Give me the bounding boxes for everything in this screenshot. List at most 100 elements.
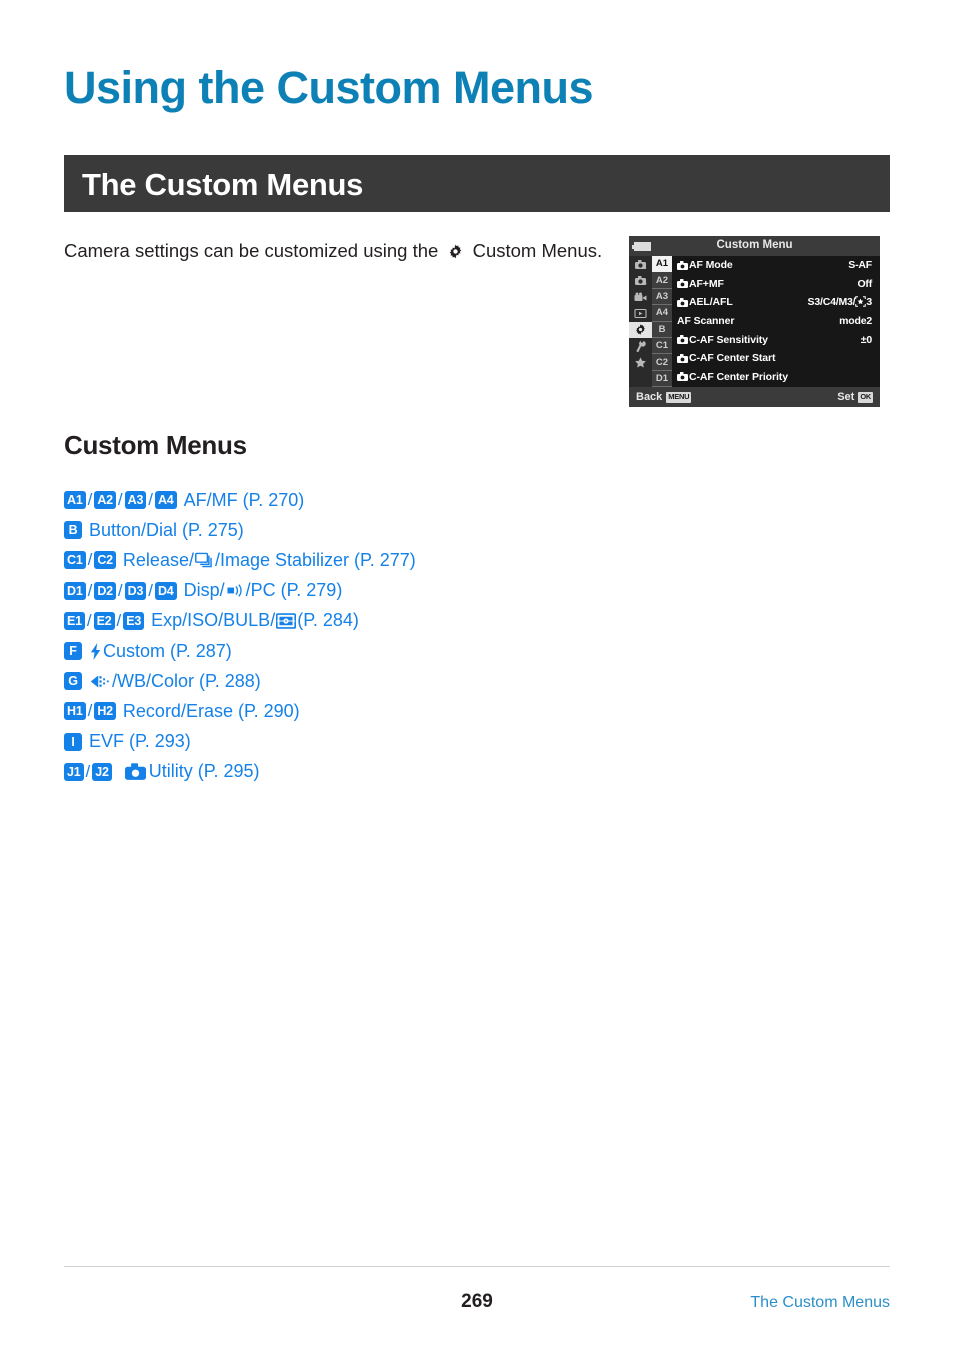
custom-menu-gear-icon[interactable]: [629, 321, 652, 338]
lcd-menu-row[interactable]: C-AF Sensitivity ±0: [672, 330, 880, 349]
badge-separator: /: [148, 490, 153, 510]
badge-separator: /: [148, 580, 153, 600]
lcd-row-value: mode2: [839, 315, 872, 328]
list-item[interactable]: D1/D2/D3/D4 Disp/ /PC (P. 279): [64, 576, 664, 606]
lcd-tab-a3[interactable]: A3: [652, 289, 672, 306]
intro-text-after: Custom Menus.: [472, 240, 603, 261]
lcd-row-value: S-AF: [848, 259, 872, 272]
list-item[interactable]: G /WB/Color (P. 288): [64, 666, 664, 696]
intro-paragraph: Camera settings can be customized using …: [64, 240, 602, 265]
lcd-tab-b[interactable]: B: [652, 322, 672, 338]
badge-separator: /: [116, 610, 122, 630]
picture-mode-icon: [90, 674, 111, 689]
camera-icon: [677, 335, 688, 345]
link-text-part: Exp/ISO/BULB/: [151, 610, 276, 631]
badge-d1: D1: [64, 581, 86, 600]
badge-c1: C1: [64, 551, 86, 570]
setup-wrench-icon[interactable]: [629, 338, 652, 354]
lcd-row-label: C-AF Center Start: [689, 352, 776, 365]
badge-separator: /: [85, 761, 91, 781]
badge-d4: D4: [154, 581, 177, 600]
lcd-tab-a4[interactable]: A4: [652, 305, 672, 322]
link-text-part: Disp/: [183, 580, 225, 601]
link-label[interactable]: AF/MF (P. 270): [184, 490, 305, 511]
beep-sound-icon: [226, 583, 245, 598]
list-item[interactable]: I EVF (P. 293): [64, 727, 664, 757]
playback-menu-icon[interactable]: [629, 305, 652, 321]
badge-separator: /: [87, 701, 93, 721]
lcd-menu-row[interactable]: C-AF Center Start: [672, 349, 880, 368]
video-menu-icon[interactable]: [629, 289, 652, 305]
lcd-title-bar: Custom Menu: [629, 236, 880, 256]
lcd-row-value-suffix: 3: [866, 296, 872, 309]
lcd-row-label: AEL/AFL: [689, 296, 733, 309]
shooting-menu-1-icon[interactable]: 1: [629, 256, 652, 272]
list-item[interactable]: E1/E2/E3 Exp/ISO/BULB/ (P. 284): [64, 606, 664, 636]
lcd-tab-d1[interactable]: D1: [652, 371, 672, 388]
footer-section-label: The Custom Menus: [750, 1294, 890, 1311]
lcd-menu-row[interactable]: AF Scanner mode2: [672, 312, 880, 331]
gear-icon: [447, 243, 464, 265]
link-text-part: /PC (P. 279): [245, 580, 343, 601]
list-item[interactable]: B Button/Dial (P. 275): [64, 515, 664, 545]
lcd-row-label: AF Mode: [689, 259, 733, 272]
lcd-row-label: AF Scanner: [677, 315, 735, 328]
camera-body-icon: [124, 763, 146, 781]
section-banner: The Custom Menus: [64, 155, 890, 212]
lcd-set-control[interactable]: Set OK: [837, 391, 873, 403]
list-item[interactable]: H1/H2 Record/Erase (P. 290): [64, 696, 664, 726]
list-item[interactable]: F Custom (P. 287): [64, 636, 664, 666]
link-label[interactable]: Button/Dial (P. 275): [89, 520, 244, 541]
lcd-menu-row[interactable]: AF Mode S-AF: [672, 256, 880, 275]
manual-page: Using the Custom Menus The Custom Menus …: [0, 0, 954, 1354]
link-label[interactable]: /WB/Color (P. 288): [89, 671, 261, 692]
link-label[interactable]: Disp/ /PC (P. 279): [184, 580, 343, 601]
footer-divider: [64, 1266, 890, 1267]
lcd-tab-c1[interactable]: C1: [652, 338, 672, 355]
lcd-back-control[interactable]: Back MENU: [636, 391, 692, 403]
lcd-row-value: Off: [857, 277, 872, 290]
af-target-star-icon: [855, 296, 867, 308]
lcd-row-label: C-AF Sensitivity: [689, 333, 768, 346]
badge-separator: /: [87, 490, 93, 510]
intro-text-before: Camera settings can be customized using …: [64, 240, 439, 261]
sequential-shooting-icon: [195, 552, 214, 568]
lcd-body: 1 2 A1 A2 A3 A4 B C1 C2 D1 AF Mode S-AF …: [629, 256, 880, 388]
lcd-tab-column: A1 A2 A3 A4 B C1 C2 D1: [652, 256, 672, 388]
lcd-menu-rows: AF Mode S-AF AF+MF Off AEL/AFL S3/C4/M3/…: [672, 256, 880, 387]
shooting-menu-2-icon[interactable]: 2: [629, 272, 652, 288]
ok-key-icon: OK: [858, 391, 873, 403]
lcd-tab-a1[interactable]: A1: [652, 256, 672, 273]
link-text-part: AF/MF (P. 270): [183, 489, 305, 510]
list-item[interactable]: J1/J2 Utility (P. 295): [64, 757, 664, 787]
link-label[interactable]: Custom (P. 287): [89, 641, 232, 662]
lcd-menu-row[interactable]: AF+MF Off: [672, 275, 880, 294]
lcd-row-value: S3/C4/M3/ 3: [808, 296, 873, 309]
badge-j2: J2: [92, 762, 112, 781]
lcd-menu-row[interactable]: AEL/AFL S3/C4/M3/ 3: [672, 293, 880, 312]
badge-f: F: [64, 642, 82, 661]
lcd-tab-a2[interactable]: A2: [652, 272, 672, 289]
badge-separator: /: [87, 550, 93, 570]
camera-icon: [677, 279, 688, 289]
my-menu-star-icon[interactable]: [629, 354, 652, 370]
link-label[interactable]: Exp/ISO/BULB/ (P. 284): [151, 610, 359, 631]
link-text-part: Release/: [122, 549, 194, 570]
badge-separator: /: [117, 490, 123, 510]
link-label[interactable]: Record/Erase (P. 290): [123, 701, 300, 722]
badge-e3: E3: [123, 611, 145, 630]
badge-d3: D3: [124, 581, 147, 600]
lcd-menu-row[interactable]: C-AF Center Priority: [672, 368, 880, 387]
list-item[interactable]: A1/A2/A3/A4 AF/MF (P. 270): [64, 485, 664, 515]
list-item[interactable]: C1/C2 Release/ /Image Stabilizer (P. 277…: [64, 545, 664, 575]
link-text-part: Record/Erase (P. 290): [122, 700, 300, 721]
link-label[interactable]: Release/ /Image Stabilizer (P. 277): [123, 550, 416, 571]
badge-a3: A3: [124, 491, 147, 510]
link-text-part: EVF (P. 293): [89, 731, 191, 752]
link-text-part: Custom (P. 287): [103, 640, 232, 661]
badge-separator: /: [117, 580, 123, 600]
page-title: Using the Custom Menus: [64, 62, 594, 113]
link-label[interactable]: EVF (P. 293): [89, 731, 191, 752]
link-label[interactable]: Utility (P. 295): [119, 761, 259, 782]
lcd-tab-c2[interactable]: C2: [652, 354, 672, 371]
